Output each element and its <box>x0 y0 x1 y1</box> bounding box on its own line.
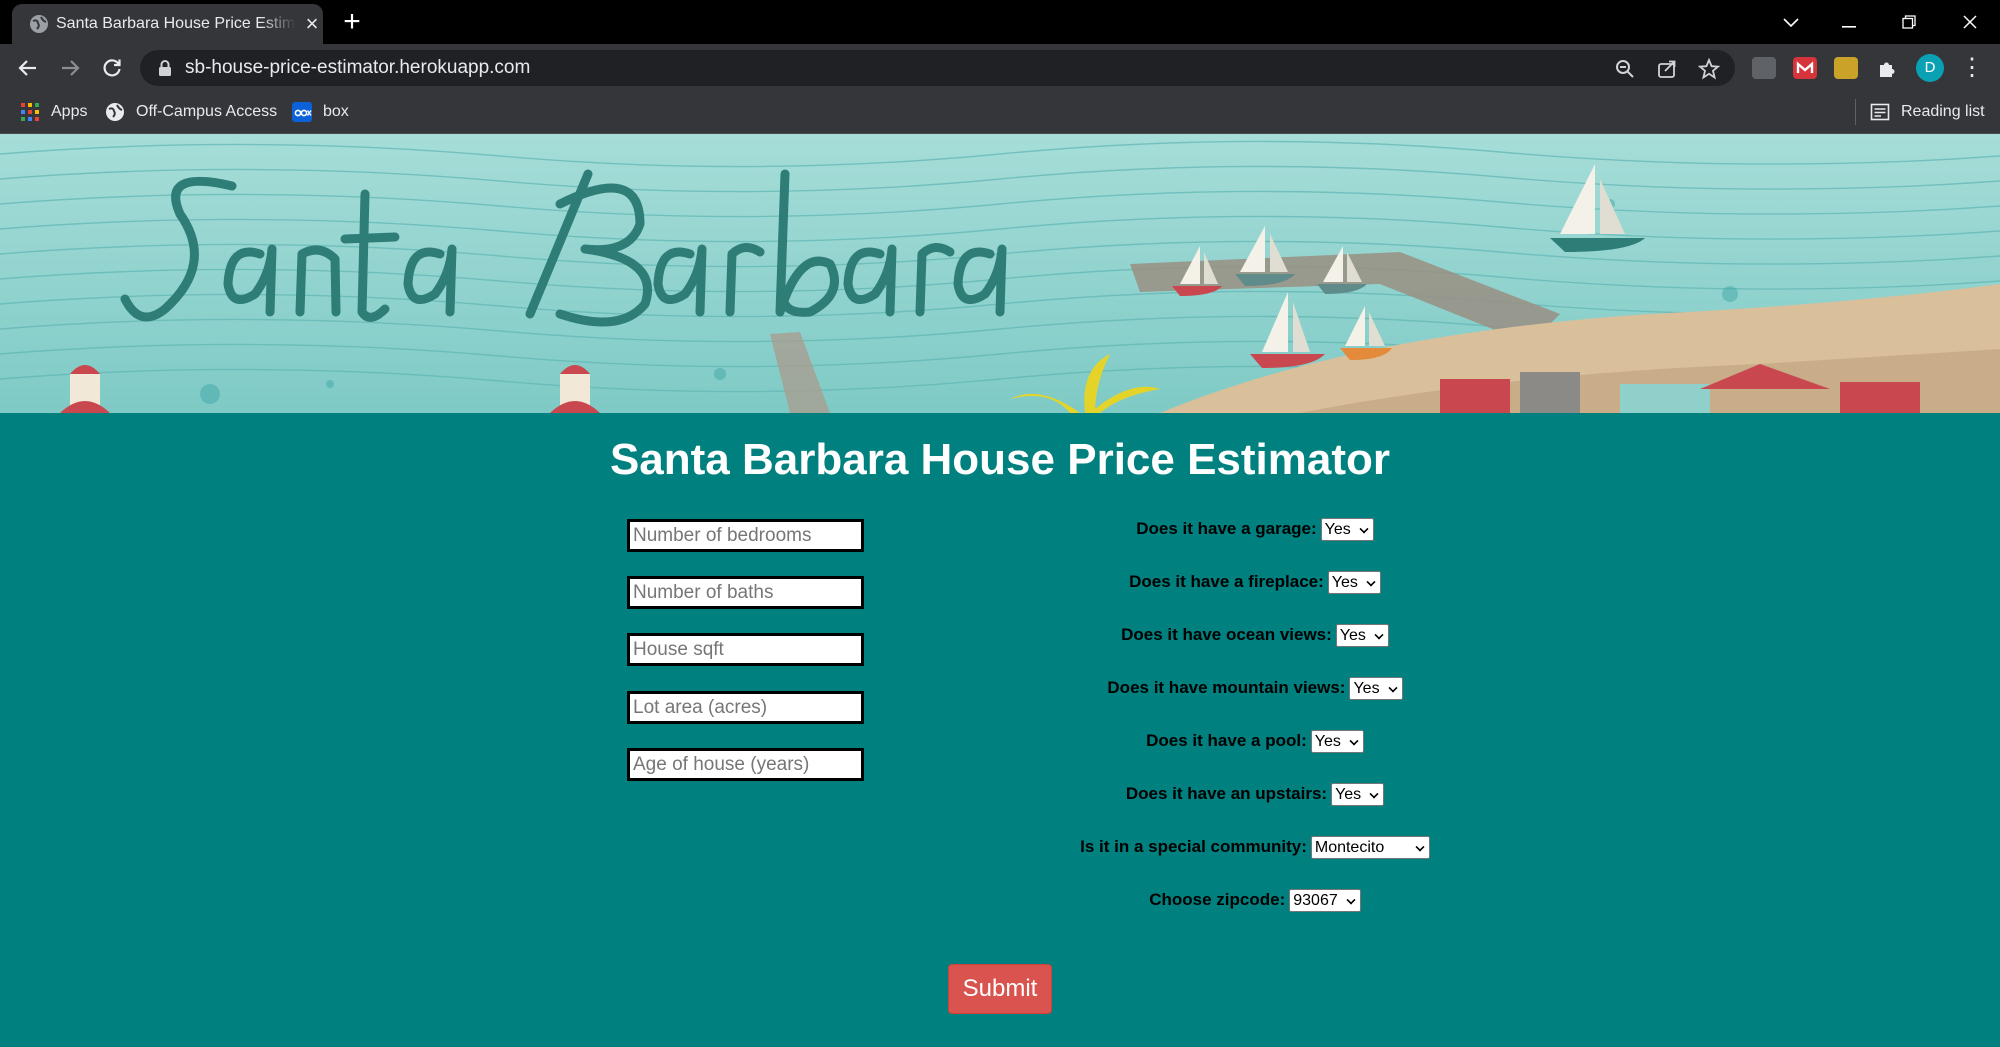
page-content: Santa Barbara House Price Estimator Does… <box>0 134 2000 1047</box>
browser-tab-active[interactable]: Santa Barbara House Price Estimator × <box>12 4 323 44</box>
extensions-puzzle-icon[interactable] <box>1875 55 1901 81</box>
extension-icon-2[interactable] <box>1793 57 1817 79</box>
back-icon[interactable] <box>12 52 44 84</box>
pool-select-value: Yes <box>1314 732 1341 750</box>
ocean-views-select[interactable]: Yes <box>1335 623 1389 647</box>
zoom-icon[interactable] <box>1612 56 1638 82</box>
lot-area-field <box>627 691 864 724</box>
browser-toolbar: sb-house-price-estimator.herokuapp.com D… <box>0 44 2000 92</box>
garage-select-value: Yes <box>1324 520 1351 538</box>
tab-close-icon[interactable]: × <box>302 13 322 35</box>
bookmark-label: Apps <box>51 103 88 120</box>
upstairs-row: Does it have an upstairs: Yes <box>990 782 1520 808</box>
close-window-icon[interactable] <box>1952 6 1988 38</box>
bedrooms-field <box>627 519 864 552</box>
age-input[interactable] <box>630 751 861 778</box>
mountain-views-select-value: Yes <box>1353 679 1380 697</box>
santa-barbara-banner <box>0 134 2000 413</box>
upstairs-label: Does it have an upstairs: <box>1125 784 1328 803</box>
box-logo-icon <box>292 102 312 122</box>
chevron-down-icon <box>1366 576 1376 587</box>
ocean-views-row: Does it have ocean views: Yes <box>990 623 1520 649</box>
restore-icon[interactable] <box>1891 6 1927 38</box>
mountain-views-row: Does it have mountain views: Yes <box>990 676 1520 702</box>
tab-title: Santa Barbara House Price Estimator <box>56 15 296 32</box>
share-icon[interactable] <box>1654 56 1680 82</box>
ocean-views-select-value: Yes <box>1339 626 1366 644</box>
globe-icon <box>30 15 48 33</box>
community-select[interactable]: Montecito <box>1310 835 1430 859</box>
zipcode-select[interactable]: 93067 <box>1289 888 1361 912</box>
apps-grid-icon <box>21 103 39 121</box>
address-bar[interactable]: sb-house-price-estimator.herokuapp.com <box>140 50 1735 86</box>
baths-field <box>627 576 864 609</box>
mountain-views-select[interactable]: Yes <box>1349 676 1403 700</box>
forward-icon[interactable] <box>54 52 86 84</box>
globe-icon <box>106 103 124 121</box>
zipcode-row: Choose zipcode: 93067 <box>990 888 1520 914</box>
reading-list-label: Reading list <box>1901 103 1985 120</box>
fireplace-row: Does it have a fireplace: Yes <box>990 570 1520 596</box>
community-label: Is it in a special community: <box>1080 837 1307 856</box>
browser-title-bar: Santa Barbara House Price Estimator × + <box>0 0 2000 44</box>
chevron-down-icon <box>1388 682 1398 693</box>
url-text: sb-house-price-estimator.herokuapp.com <box>185 57 531 78</box>
zipcode-select-value: 93067 <box>1293 891 1338 909</box>
bookmarks-separator <box>1855 99 1856 125</box>
lock-icon <box>159 60 171 76</box>
bedrooms-input[interactable] <box>630 522 861 549</box>
new-tab-icon[interactable]: + <box>338 7 366 37</box>
fireplace-select[interactable]: Yes <box>1327 570 1381 594</box>
chevron-down-icon <box>1369 788 1379 799</box>
chevron-down-icon <box>1374 629 1384 640</box>
chevron-down-icon <box>1359 523 1369 534</box>
garage-label: Does it have a garage: <box>1136 519 1317 538</box>
profile-avatar[interactable]: D <box>1916 54 1944 82</box>
upstairs-select-value: Yes <box>1335 785 1362 803</box>
fireplace-select-value: Yes <box>1331 573 1358 591</box>
chevron-down-icon <box>1415 841 1425 852</box>
banner-illustration <box>0 134 2000 413</box>
bookmark-label: Off-Campus Access <box>136 103 278 120</box>
zipcode-label: Choose zipcode: <box>1149 890 1286 909</box>
fireplace-label: Does it have a fireplace: <box>1129 572 1324 591</box>
extension-icon-1[interactable] <box>1752 57 1776 79</box>
bookmarks-bar: Apps Off-Campus Access box Reading list <box>0 92 2000 134</box>
pool-select[interactable]: Yes <box>1310 729 1364 753</box>
chevron-down-icon <box>1346 894 1356 905</box>
lot-area-input[interactable] <box>630 694 861 721</box>
reload-icon[interactable] <box>96 52 128 84</box>
ocean-views-label: Does it have ocean views: <box>1121 625 1332 644</box>
community-select-value: Montecito <box>1314 838 1385 856</box>
tab-search-chevron-icon[interactable] <box>1773 6 1809 38</box>
browser-menu-icon[interactable]: ⋮ <box>1960 54 1984 82</box>
mountain-views-label: Does it have mountain views: <box>1107 678 1346 697</box>
page-title: Santa Barbara House Price Estimator <box>609 435 1391 484</box>
reading-list-icon <box>1870 103 1890 121</box>
sqft-input[interactable] <box>630 636 861 663</box>
bookmark-label: box <box>323 103 349 120</box>
minimize-icon[interactable] <box>1831 6 1867 38</box>
baths-input[interactable] <box>630 579 861 606</box>
garage-select[interactable]: Yes <box>1320 517 1374 541</box>
pool-row: Does it have a pool: Yes <box>990 729 1520 755</box>
garage-row: Does it have a garage: Yes <box>990 517 1520 543</box>
age-field <box>627 748 864 781</box>
submit-button[interactable]: Submit <box>948 964 1052 1014</box>
sqft-field <box>627 633 864 666</box>
pool-label: Does it have a pool: <box>1146 731 1307 750</box>
bookmark-star-icon[interactable] <box>1696 56 1722 82</box>
upstairs-select[interactable]: Yes <box>1331 782 1385 806</box>
extension-icon-3[interactable] <box>1834 57 1858 79</box>
chevron-down-icon <box>1349 735 1359 746</box>
community-row: Is it in a special community: Montecito <box>990 835 1520 861</box>
